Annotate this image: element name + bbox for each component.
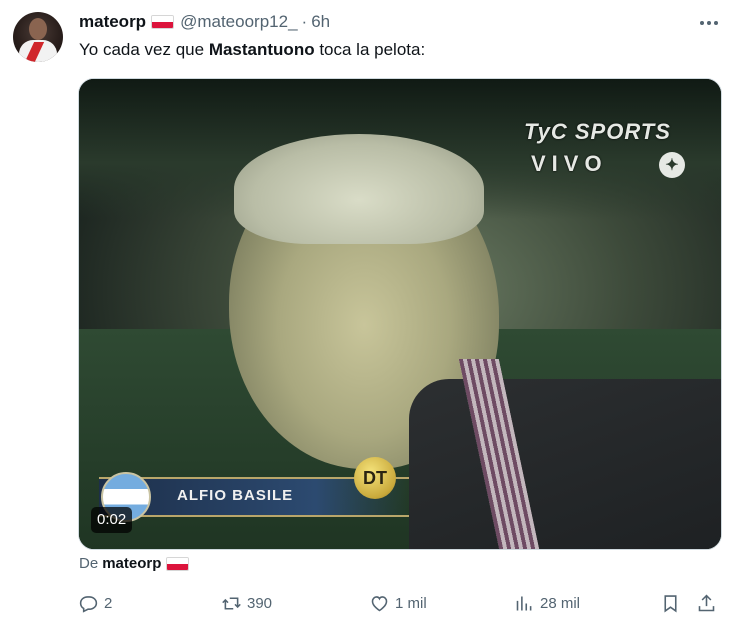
bookmark-button[interactable] — [660, 590, 681, 616]
coach-jacket — [409, 379, 721, 549]
reply-icon — [79, 595, 98, 613]
action-bar: 2 390 1 mil 28 mil — [78, 590, 723, 616]
dt-badge: DT — [354, 457, 396, 499]
video-source: De mateorp — [79, 555, 195, 572]
share-icon — [698, 594, 715, 611]
share-button[interactable] — [696, 590, 717, 616]
broadcaster-logo: TyC SPORTS — [524, 119, 671, 144]
reply-count: 2 — [104, 594, 113, 612]
like-count: 1 mil — [395, 594, 427, 612]
source-name[interactable]: mateorp — [102, 555, 161, 572]
live-label: VIVO — [531, 151, 608, 176]
video-frame[interactable]: TyC SPORTS VIVO ✦ ALFIO BASILE DT 0:02 — [79, 79, 721, 549]
live-icon: ✦ — [659, 152, 685, 178]
views-count: 28 mil — [540, 594, 581, 612]
tweet-text-before: Yo cada vez que — [79, 40, 209, 59]
avatar-head — [29, 18, 47, 40]
caption-name: ALFIO BASILE — [177, 487, 294, 504]
tweet-header: mateorp @mateoorp12_ · 6h — [79, 11, 330, 33]
repost-count: 390 — [247, 594, 273, 612]
source-prefix: De — [79, 555, 99, 572]
views-button[interactable]: 28 mil — [514, 590, 580, 616]
video-timestamp: 0:02 — [91, 507, 133, 533]
coach-hair — [234, 134, 484, 244]
separator: · — [301, 12, 308, 31]
repost-icon — [222, 596, 241, 610]
poland-flag-icon — [166, 556, 190, 571]
tweet-text: Yo cada vez que Mastantuono toca la pelo… — [79, 40, 425, 60]
author-handle[interactable]: @mateoorp12_ — [180, 12, 297, 32]
repost-button[interactable]: 390 — [221, 590, 272, 616]
video-player[interactable]: TyC SPORTS VIVO ✦ ALFIO BASILE DT 0:02 — [78, 78, 722, 550]
like-button[interactable]: 1 mil — [369, 590, 427, 616]
like-icon — [371, 595, 388, 611]
bookmark-icon — [664, 594, 677, 612]
tweet-text-after: toca la pelota: — [314, 40, 426, 59]
tweet-time[interactable]: 6h — [311, 12, 330, 32]
more-icon[interactable] — [696, 12, 722, 34]
author-name[interactable]: mateorp — [79, 12, 146, 32]
tweet-text-bold: Mastantuono — [208, 40, 315, 59]
reply-button[interactable]: 2 — [78, 590, 112, 616]
views-icon — [516, 596, 532, 610]
poland-flag-icon — [151, 15, 175, 29]
avatar[interactable] — [13, 12, 63, 62]
